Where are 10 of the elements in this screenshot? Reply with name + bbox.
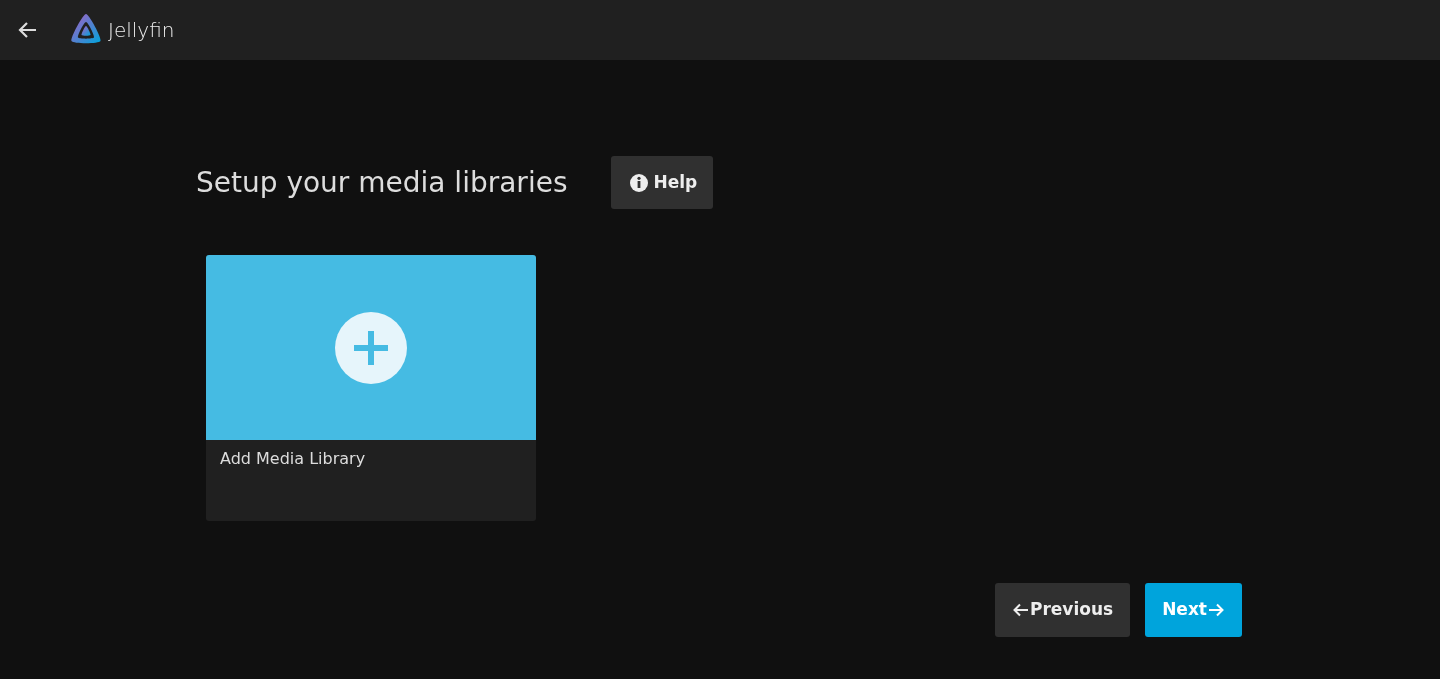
add-library-tile[interactable] — [206, 255, 536, 440]
app-name: Jellyfin — [108, 17, 175, 44]
arrow-right-icon — [1207, 601, 1225, 619]
info-icon — [629, 172, 650, 193]
previous-button[interactable]: Previous — [994, 583, 1131, 637]
library-label: Add Media Library — [220, 449, 366, 468]
arrow-left-icon — [1011, 601, 1030, 619]
plus-icon — [335, 311, 407, 384]
help-button[interactable]: Help — [611, 156, 714, 209]
page-title: Setup your media libraries — [196, 165, 568, 200]
